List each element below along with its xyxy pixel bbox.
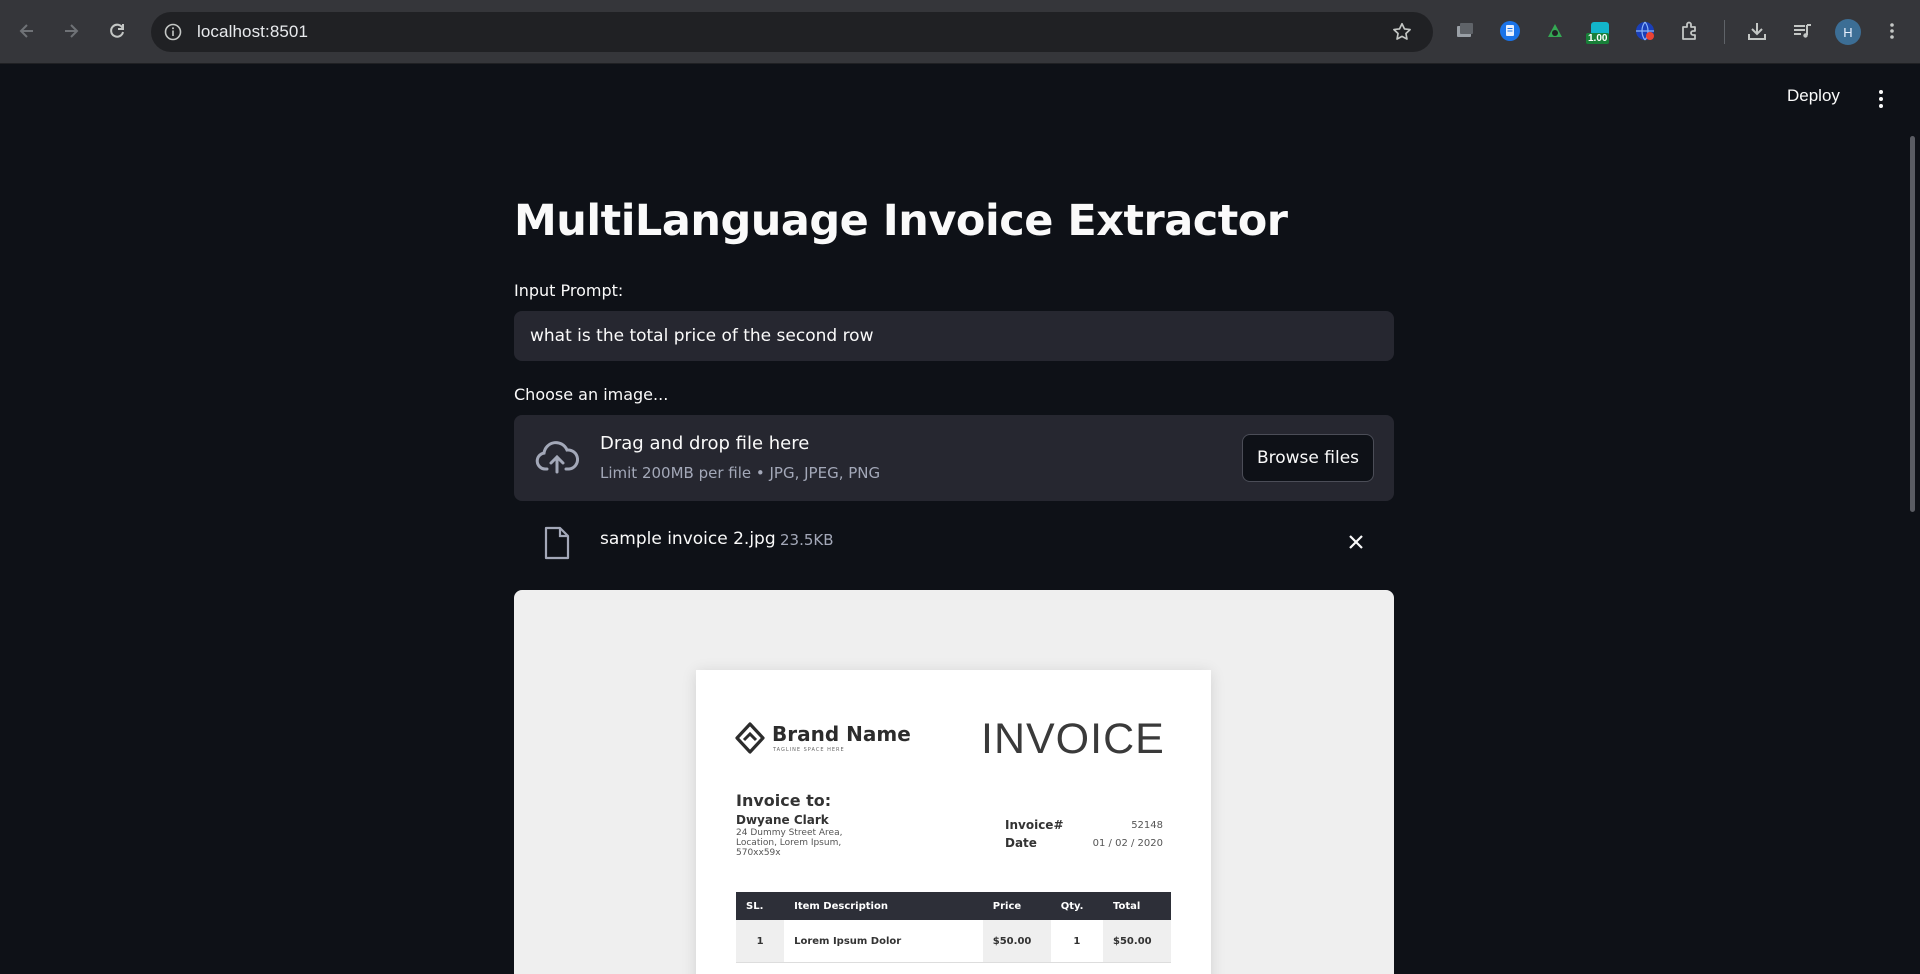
uploaded-file-row: sample invoice 2.jpg 23.5KB bbox=[514, 520, 1394, 562]
column-header: Item Description bbox=[784, 892, 983, 920]
table-cell: $50.00 bbox=[982, 920, 1051, 963]
invoice-date-label: Date bbox=[1005, 836, 1037, 850]
back-arrow-icon[interactable] bbox=[12, 16, 42, 46]
table-cell: $50.00 bbox=[1103, 920, 1171, 963]
table-cell: 1 bbox=[736, 920, 785, 963]
column-header: Qty. bbox=[1050, 892, 1104, 920]
forward-arrow-icon[interactable] bbox=[56, 16, 86, 46]
page-title: MultiLanguage Invoice Extractor bbox=[514, 196, 1288, 246]
invoice-number: 52148 bbox=[1131, 820, 1163, 831]
invoice-heading: INVOICE bbox=[981, 715, 1165, 763]
file-dropzone[interactable]: Drag and drop file here Limit 200MB per … bbox=[514, 415, 1394, 501]
toolbar-separator bbox=[1724, 20, 1725, 44]
invoice-date: 01 / 02 / 2020 bbox=[1092, 838, 1163, 849]
page-scrollbar[interactable] bbox=[1910, 136, 1915, 512]
docs-extension-icon[interactable] bbox=[1498, 19, 1522, 43]
profile-avatar[interactable]: H bbox=[1835, 19, 1861, 45]
remove-file-icon[interactable] bbox=[1346, 532, 1366, 552]
dropzone-limit: Limit 200MB per file • JPG, JPEG, PNG bbox=[600, 464, 881, 482]
table-cell: Lorem Ipsum Dolor bbox=[784, 920, 983, 963]
uploader-label: Choose an image... bbox=[514, 385, 669, 404]
media-playlist-icon[interactable] bbox=[1790, 19, 1814, 43]
tab-search-icon[interactable] bbox=[1453, 19, 1477, 43]
table-cell: 1 bbox=[1050, 920, 1104, 963]
uploaded-file-name: sample invoice 2.jpg bbox=[600, 529, 776, 549]
prompt-input[interactable] bbox=[514, 311, 1394, 361]
dropzone-title: Drag and drop file here bbox=[600, 433, 810, 454]
invoice-items-table: SL. Item Description Price Qty. Total 1 … bbox=[736, 892, 1171, 963]
reload-icon[interactable] bbox=[102, 16, 132, 46]
uploaded-image-preview: Brand Name TAGLINE SPACE HERE INVOICE In… bbox=[514, 590, 1394, 974]
invoice-table-header: SL. Item Description Price Qty. Total bbox=[736, 892, 1171, 920]
extension-badge: 1.00 bbox=[1586, 33, 1610, 44]
column-header: Total bbox=[1103, 892, 1171, 920]
extension-globe-icon[interactable] bbox=[1633, 19, 1657, 43]
invoice-number-label: Invoice# bbox=[1005, 818, 1064, 832]
address-bar[interactable]: localhost:8501 bbox=[151, 12, 1433, 52]
uploaded-file-size: 23.5KB bbox=[780, 531, 834, 549]
column-header: Price bbox=[982, 892, 1051, 920]
browser-toolbar: localhost:8501 1.00 H bbox=[0, 0, 1920, 64]
prompt-label: Input Prompt: bbox=[514, 281, 624, 300]
bookmark-star-icon[interactable] bbox=[1391, 21, 1413, 43]
table-row: 1 Lorem Ipsum Dolor $50.00 1 $50.00 bbox=[736, 920, 1171, 963]
browse-files-button[interactable]: Browse files bbox=[1242, 434, 1374, 482]
cloud-upload-icon bbox=[534, 436, 580, 482]
invoice-to-label: Invoice to: bbox=[736, 791, 832, 810]
deploy-button[interactable]: Deploy bbox=[1787, 86, 1840, 106]
url-text[interactable]: localhost:8501 bbox=[197, 22, 308, 42]
chrome-menu-icon[interactable] bbox=[1880, 19, 1904, 43]
invoice-to-name: Dwyane Clark bbox=[736, 813, 829, 827]
site-info-icon[interactable] bbox=[163, 22, 183, 42]
invoice-brand-tagline: TAGLINE SPACE HERE bbox=[773, 747, 845, 753]
download-icon[interactable] bbox=[1745, 19, 1769, 43]
main-menu-icon[interactable] bbox=[1870, 88, 1892, 110]
invoice-to-address: 24 Dummy Street Area, Location, Lorem Ip… bbox=[736, 828, 843, 858]
extension-counter-icon[interactable]: 1.00 bbox=[1586, 19, 1612, 44]
puzzle-extensions-icon[interactable] bbox=[1678, 19, 1702, 43]
file-icon bbox=[542, 526, 572, 560]
invoice-brand-name: Brand Name bbox=[772, 722, 911, 746]
extension-green-icon[interactable] bbox=[1543, 19, 1567, 43]
invoice-document: Brand Name TAGLINE SPACE HERE INVOICE In… bbox=[696, 670, 1211, 974]
brand-logo-icon bbox=[733, 721, 767, 755]
column-header: SL. bbox=[736, 892, 785, 920]
